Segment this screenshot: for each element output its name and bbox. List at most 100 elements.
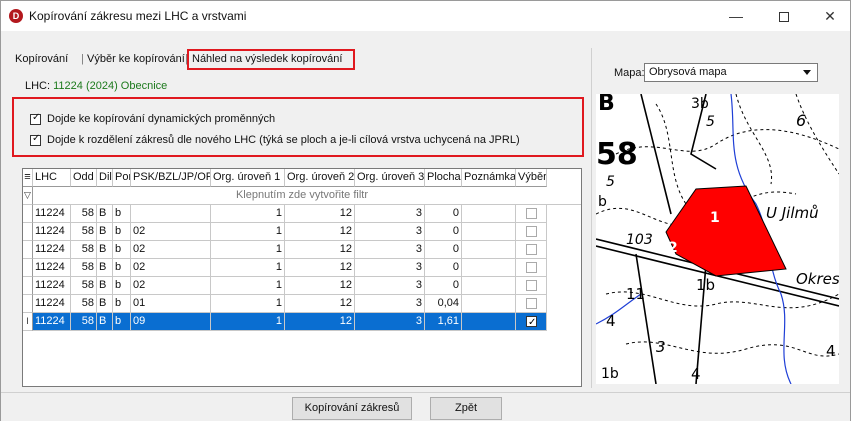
cell-o1[interactable]: 1 <box>211 223 285 241</box>
cell-odd[interactable]: 58 <box>71 313 97 331</box>
cell-o2[interactable]: 12 <box>285 313 355 331</box>
select-checkbox[interactable] <box>526 226 537 237</box>
col-header-poznamka[interactable]: Poznámka <box>462 169 516 187</box>
col-header-vyber[interactable]: Výběr <box>516 169 547 187</box>
cell-poznamka[interactable] <box>462 241 516 259</box>
cell-poznamka[interactable] <box>462 205 516 223</box>
cell-o2[interactable]: 12 <box>285 295 355 313</box>
cell-psk[interactable]: 02 <box>131 223 211 241</box>
cell-dil[interactable]: B <box>97 277 113 295</box>
cell-dil[interactable]: B <box>97 295 113 313</box>
cell-plocha[interactable]: 0 <box>425 277 462 295</box>
cell-poznamka[interactable] <box>462 313 516 331</box>
row-header[interactable] <box>23 223 33 241</box>
cell-psk[interactable]: 01 <box>131 295 211 313</box>
cell-lhc[interactable]: 11224 <box>33 223 71 241</box>
cell-plocha[interactable]: 0,04 <box>425 295 462 313</box>
cell-o2[interactable]: 12 <box>285 259 355 277</box>
row-header[interactable] <box>23 277 33 295</box>
checkbox-split-lhc[interactable] <box>30 133 41 146</box>
cell-por[interactable]: b <box>113 223 131 241</box>
cell-odd[interactable]: 58 <box>71 241 97 259</box>
cell-o3[interactable]: 3 <box>355 223 425 241</box>
cell-poznamka[interactable] <box>462 277 516 295</box>
cell-dil[interactable]: B <box>97 205 113 223</box>
col-header-psk[interactable]: PSK/BZL/JP/OP <box>131 169 211 187</box>
cell-o2[interactable]: 12 <box>285 277 355 295</box>
table-row[interactable]: 11224 58 Bb 02 1 12 3 0 <box>23 277 547 295</box>
cell-psk[interactable]: 02 <box>131 259 211 277</box>
table-row[interactable]: 11224 58 Bb 01 1 12 3 0,04 <box>23 295 547 313</box>
cell-lhc[interactable]: 11224 <box>33 277 71 295</box>
cell-plocha[interactable]: 0 <box>425 205 462 223</box>
col-header-por[interactable]: Por <box>113 169 131 187</box>
checkbox-dynamic-vars[interactable] <box>30 112 41 125</box>
cell-o3[interactable]: 3 <box>355 259 425 277</box>
cell-o3[interactable]: 3 <box>355 241 425 259</box>
cell-lhc[interactable]: 11224 <box>33 295 71 313</box>
cell-lhc[interactable]: 11224 <box>33 205 71 223</box>
cell-odd[interactable]: 58 <box>71 277 97 295</box>
cell-poznamka[interactable] <box>462 259 516 277</box>
map-type-select[interactable]: Obrysová mapa <box>644 63 818 82</box>
cell-plocha[interactable]: 0 <box>425 241 462 259</box>
cell-o1[interactable]: 1 <box>211 295 285 313</box>
cell-o2[interactable]: 12 <box>285 241 355 259</box>
select-checkbox[interactable] <box>526 262 537 273</box>
cell-dil[interactable]: B <box>97 259 113 277</box>
option-dynamic-vars[interactable]: Dojde ke kopírování dynamických proměnný… <box>30 112 275 125</box>
select-checkbox[interactable] <box>526 280 537 291</box>
cell-odd[interactable]: 58 <box>71 205 97 223</box>
filter-placeholder[interactable]: Klepnutím zde vytvořite filtr <box>23 187 581 204</box>
select-checkbox[interactable] <box>526 298 537 309</box>
cell-psk[interactable]: 02 <box>131 277 211 295</box>
table-row[interactable]: 11224 58 Bb 02 1 12 3 0 <box>23 241 547 259</box>
close-button[interactable]: ✕ <box>807 1 851 31</box>
cell-plocha[interactable]: 1,61 <box>425 313 462 331</box>
cell-dil[interactable]: B <box>97 241 113 259</box>
col-header-org2[interactable]: Org. úroveň 2 <box>285 169 355 187</box>
cell-poznamka[interactable] <box>462 295 516 313</box>
cell-o1[interactable]: 1 <box>211 277 285 295</box>
tab-nahled[interactable]: Náhled na výsledek kopírování <box>192 53 342 65</box>
col-header-dil[interactable]: Dil <box>97 169 113 187</box>
cell-o1[interactable]: 1 <box>211 259 285 277</box>
col-header-plocha[interactable]: Plocha <box>425 169 462 187</box>
tab-vyber-ke-kopirovani[interactable]: Výběr ke kopírování <box>87 53 185 65</box>
tab-kopirovani[interactable]: Kopírování <box>15 53 68 65</box>
cell-odd[interactable]: 58 <box>71 223 97 241</box>
table-row[interactable]: I 11224 58 Bb 09 1 12 3 1,61 <box>23 313 547 331</box>
table-row[interactable]: 11224 58 Bb 1 12 3 0 <box>23 205 547 223</box>
cell-por[interactable]: b <box>113 295 131 313</box>
cell-o2[interactable]: 12 <box>285 205 355 223</box>
cell-lhc[interactable]: 11224 <box>33 313 71 331</box>
cell-odd[interactable]: 58 <box>71 259 97 277</box>
cell-o3[interactable]: 3 <box>355 205 425 223</box>
col-header-odd[interactable]: Odd <box>71 169 97 187</box>
cell-poznamka[interactable] <box>462 223 516 241</box>
filter-row[interactable]: ▽ Klepnutím zde vytvořite filtr <box>23 187 581 205</box>
option-split-lhc[interactable]: Dojde k rozdělení zákresů dle nového LHC… <box>30 133 520 146</box>
select-checkbox[interactable] <box>526 244 537 255</box>
grid-menu-icon[interactable]: ≡ <box>23 169 33 187</box>
cell-o1[interactable]: 1 <box>211 241 285 259</box>
cell-psk[interactable]: 02 <box>131 241 211 259</box>
col-header-org1[interactable]: Org. úroveň 1 <box>211 169 285 187</box>
cell-o1[interactable]: 1 <box>211 205 285 223</box>
cell-o1[interactable]: 1 <box>211 313 285 331</box>
copy-button[interactable]: Kopírování zákresů <box>292 397 412 420</box>
select-checkbox[interactable] <box>526 208 537 219</box>
row-header[interactable] <box>23 241 33 259</box>
map-view[interactable]: B 3b 6 58 5 5 b 1 U Jilmů 103 2 1b 11 Ok… <box>596 94 839 384</box>
table-row[interactable]: 11224 58 Bb 02 1 12 3 0 <box>23 223 547 241</box>
select-checkbox[interactable] <box>526 314 537 330</box>
row-header[interactable] <box>23 259 33 277</box>
cell-por[interactable]: b <box>113 205 131 223</box>
cell-o3[interactable]: 3 <box>355 277 425 295</box>
cell-plocha[interactable]: 0 <box>425 223 462 241</box>
maximize-button[interactable] <box>761 1 807 31</box>
cell-por[interactable]: b <box>113 313 131 331</box>
cell-o2[interactable]: 12 <box>285 223 355 241</box>
cell-psk[interactable] <box>131 205 211 223</box>
cell-lhc[interactable]: 11224 <box>33 241 71 259</box>
